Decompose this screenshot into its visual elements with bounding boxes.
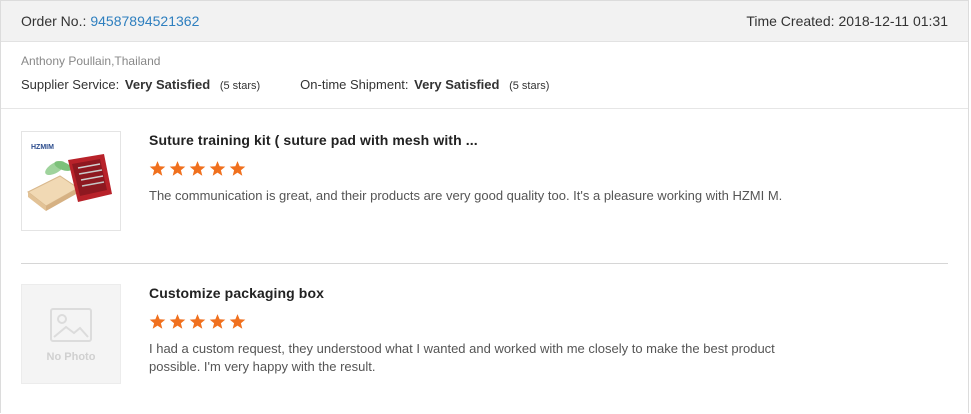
review-card: Order No.: 94587894521362 Time Created: … bbox=[0, 0, 969, 413]
review-content: Customize packaging box I had a custom r… bbox=[149, 284, 809, 376]
star-icon bbox=[149, 314, 166, 329]
item-divider bbox=[21, 263, 948, 264]
supplier-service-rating: Supplier Service: Very Satisfied (5 star… bbox=[21, 77, 260, 92]
supplier-service-value: Very Satisfied bbox=[124, 77, 211, 92]
star-icon bbox=[169, 161, 186, 176]
star-icon bbox=[149, 161, 166, 176]
shipment-stars: (5 stars) bbox=[509, 80, 550, 92]
buyer-name: Anthony Poullain,Thailand bbox=[21, 54, 161, 68]
product-thumbnail[interactable]: No Photo bbox=[21, 284, 121, 384]
time-created-label: Time Created: bbox=[746, 13, 835, 29]
star-icon bbox=[209, 161, 226, 176]
shipment-rating: On-time Shipment: Very Satisfied (5 star… bbox=[300, 77, 549, 92]
review-text: I had a custom request, they understood … bbox=[149, 341, 775, 374]
review-content: Suture training kit ( suture pad with me… bbox=[149, 131, 809, 205]
order-header: Order No.: 94587894521362 Time Created: … bbox=[1, 1, 968, 42]
star-icon bbox=[209, 314, 226, 329]
order-number-link[interactable]: 94587894521362 bbox=[90, 13, 199, 29]
star-icon bbox=[229, 161, 246, 176]
star-icon bbox=[189, 161, 206, 176]
shipment-value: Very Satisfied bbox=[414, 77, 500, 92]
time-created: Time Created: 2018-12-11 01:31 bbox=[746, 13, 948, 29]
star-rating bbox=[149, 160, 809, 178]
star-icon bbox=[169, 314, 186, 329]
star-rating bbox=[149, 313, 809, 331]
supplier-service-stars: (5 stars) bbox=[219, 80, 261, 92]
overall-ratings: Supplier Service: Very Satisfied (5 star… bbox=[21, 77, 948, 92]
product-title-link[interactable]: Customize packaging box bbox=[149, 285, 809, 301]
time-created-value: 2018-12-11 01:31 bbox=[838, 13, 949, 29]
order-no-label: Order No.: bbox=[21, 13, 87, 29]
buyer-section: Anthony Poullain,Thailand Supplier Servi… bbox=[1, 42, 968, 109]
review-text: The communication is great, and their pr… bbox=[149, 188, 783, 203]
order-info: Order No.: 94587894521362 bbox=[21, 13, 199, 29]
shipment-label: On-time Shipment: bbox=[300, 77, 409, 92]
star-icon bbox=[229, 314, 246, 329]
no-photo-label: No Photo bbox=[46, 351, 96, 363]
star-icon bbox=[189, 314, 206, 329]
suture-kit-image: HZMIM bbox=[22, 132, 120, 230]
supplier-service-label: Supplier Service: bbox=[21, 77, 120, 92]
image-placeholder-icon bbox=[50, 308, 92, 342]
thumbnail-brand: HZMIM bbox=[31, 144, 54, 151]
product-title-link[interactable]: Suture training kit ( suture pad with me… bbox=[149, 132, 809, 148]
product-thumbnail[interactable]: HZMIM bbox=[21, 131, 121, 231]
